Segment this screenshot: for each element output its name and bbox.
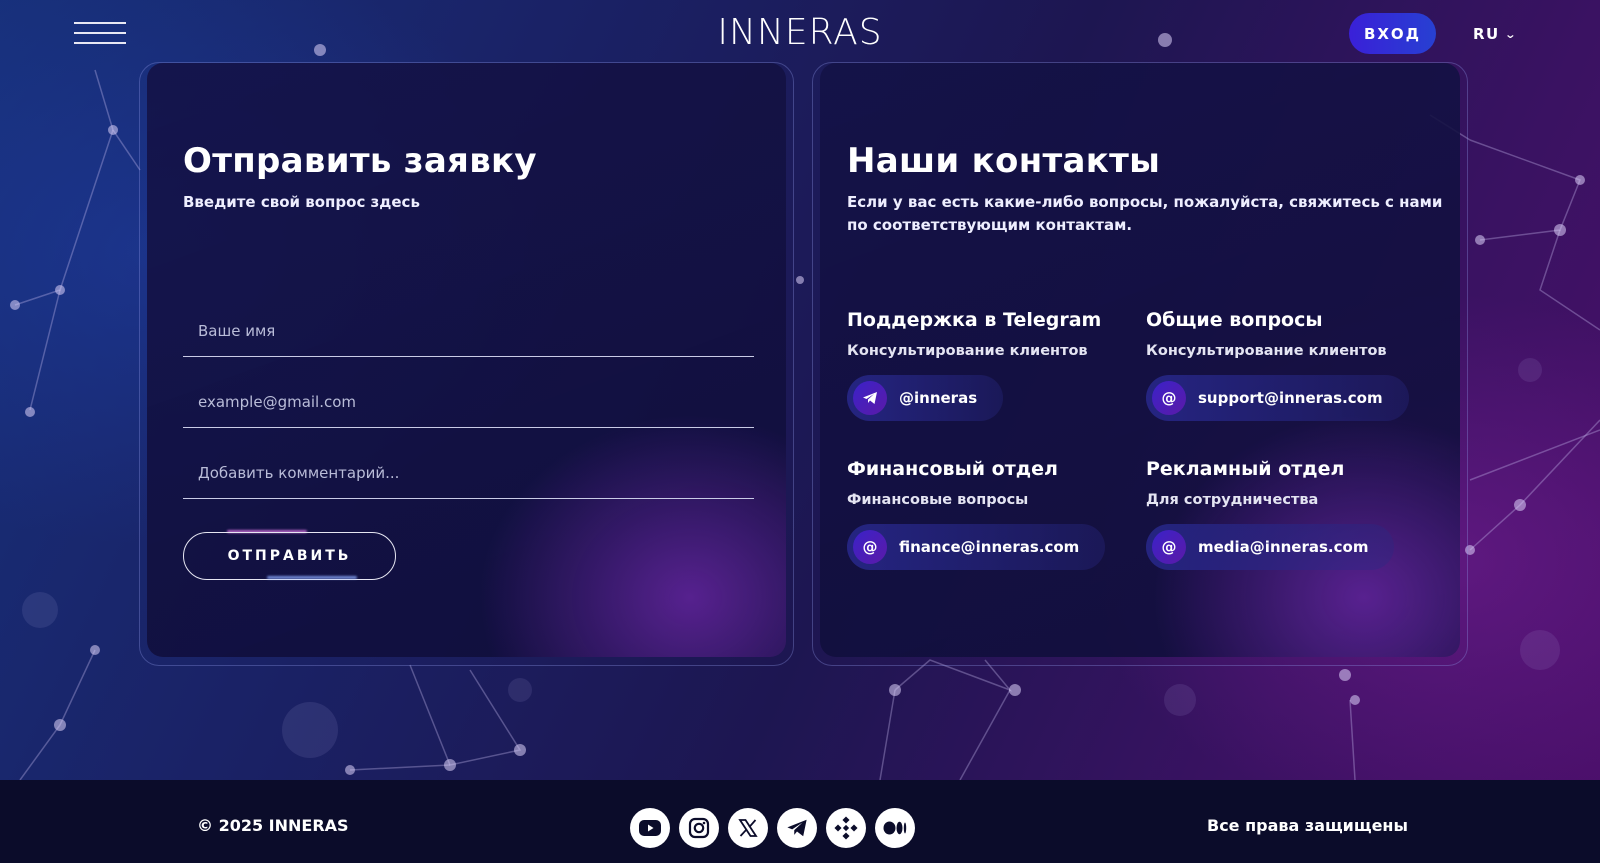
contact-value: support@inneras.com <box>1198 389 1383 407</box>
at-icon: @ <box>1152 530 1186 564</box>
name-field-wrap <box>183 301 754 357</box>
contacts-title: Наши контакты <box>847 141 1161 181</box>
menu-icon[interactable] <box>74 20 126 46</box>
login-button[interactable]: ВХОД <box>1349 13 1436 54</box>
telegram-icon[interactable] <box>777 808 817 848</box>
contact-desc: Консультирование клиентов <box>1146 343 1387 359</box>
request-form-panel: Отправить заявку Введите свой вопрос зде… <box>147 63 786 657</box>
contact-title: Финансовый отдел <box>847 458 1058 480</box>
contacts-card: Наши контакты Если у вас есть какие-либо… <box>812 62 1468 666</box>
submit-button[interactable]: ОТПРАВИТЬ <box>183 532 396 580</box>
language-selector[interactable]: RU ⌄ <box>1473 24 1516 44</box>
contact-link-support-email[interactable]: @ support@inneras.com <box>1146 375 1409 421</box>
contact-media: Рекламный отдел Для сотрудничества @ med… <box>1146 458 1426 570</box>
contacts-subtitle: Если у вас есть какие-либо вопросы, пожа… <box>847 191 1447 237</box>
email-field-wrap <box>183 372 754 428</box>
at-icon: @ <box>1152 381 1186 415</box>
name-field[interactable] <box>183 301 754 356</box>
submit-glow <box>267 576 357 579</box>
language-label: RU <box>1473 25 1500 43</box>
comment-field-wrap <box>183 443 754 499</box>
instagram-icon[interactable] <box>679 808 719 848</box>
contact-value: @inneras <box>899 389 978 407</box>
medium-icon[interactable] <box>875 808 915 848</box>
youtube-icon[interactable] <box>630 808 670 848</box>
rights-reserved: Все права защищены <box>1207 816 1408 835</box>
contact-link-media-email[interactable]: @ media@inneras.com <box>1146 524 1395 570</box>
contact-desc: Консультирование клиентов <box>847 343 1088 359</box>
contact-telegram-support: Поддержка в Telegram Консультирование кл… <box>847 309 1127 421</box>
email-field[interactable] <box>183 372 754 427</box>
contact-title: Общие вопросы <box>1146 309 1323 331</box>
binance-icon[interactable] <box>826 808 866 848</box>
contact-value: finance@inneras.com <box>899 538 1080 556</box>
comment-field[interactable] <box>183 443 754 498</box>
contact-value: media@inneras.com <box>1198 538 1369 556</box>
contacts-subtitle-line: по соответствующим контактам. <box>847 216 1133 234</box>
request-form-card: Отправить заявку Введите свой вопрос зде… <box>139 62 794 666</box>
form-title: Отправить заявку <box>183 141 537 181</box>
telegram-icon <box>853 381 887 415</box>
header: INNERAS ВХОД RU ⌄ <box>0 0 1600 68</box>
form-subtitle: Введите свой вопрос здесь <box>183 193 420 211</box>
chevron-down-icon: ⌄ <box>1504 27 1519 41</box>
contact-title: Поддержка в Telegram <box>847 309 1102 331</box>
contact-link-telegram[interactable]: @inneras <box>847 375 1004 421</box>
contact-general: Общие вопросы Консультирование клиентов … <box>1146 309 1426 421</box>
contact-title: Рекламный отдел <box>1146 458 1345 480</box>
logo[interactable]: INNERAS <box>680 12 920 53</box>
copyright: © 2025 INNERAS <box>197 816 349 835</box>
at-icon: @ <box>853 530 887 564</box>
contact-desc: Финансовые вопросы <box>847 492 1029 508</box>
contacts-subtitle-line: Если у вас есть какие-либо вопросы, пожа… <box>847 193 1443 211</box>
contacts-panel: Наши контакты Если у вас есть какие-либо… <box>820 63 1460 657</box>
contact-desc: Для сотрудничества <box>1146 492 1319 508</box>
x-icon[interactable] <box>728 808 768 848</box>
contact-finance: Финансовый отдел Финансовые вопросы @ fi… <box>847 458 1127 570</box>
contact-link-finance-email[interactable]: @ finance@inneras.com <box>847 524 1106 570</box>
